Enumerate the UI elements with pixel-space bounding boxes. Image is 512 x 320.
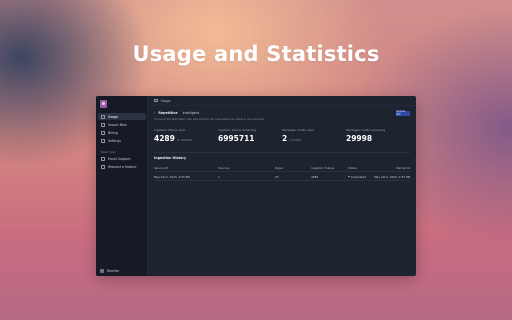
column-header: Service ID bbox=[154, 165, 169, 170]
main-content: ‹ Repetitive Intelligent Upgrade plan Yo… bbox=[148, 106, 416, 276]
tab-repetitive[interactable]: Repetitive bbox=[158, 111, 177, 115]
stat-label: Ingestion tokens used bbox=[154, 128, 185, 132]
sidebar-item-email-support[interactable]: Email Support bbox=[98, 155, 146, 162]
chart-icon bbox=[101, 114, 105, 119]
sidebar-item-label: Billing bbox=[108, 130, 118, 135]
topbar: Usage bbox=[148, 96, 416, 106]
stat-messages-used: Messages credits used 2 of 30000 bbox=[282, 128, 346, 150]
app-window: Usage Import New Billing Settings Need h… bbox=[96, 96, 416, 276]
user-name: Ramfan bbox=[107, 269, 120, 273]
stat-value: 2 bbox=[282, 134, 288, 143]
cell-sources: 1 bbox=[218, 174, 220, 179]
stat-suffix: of 1000000 bbox=[176, 139, 192, 142]
plan-note: You're on the Start Basic plan and can f… bbox=[154, 118, 264, 121]
sidebar-section-label: Need help bbox=[101, 150, 116, 154]
stat-value: 29998 bbox=[346, 134, 373, 143]
history-table: Service ID Sources Pages Ingestion Token… bbox=[154, 163, 410, 181]
sidebar-item-label: Settings bbox=[108, 138, 122, 143]
sidebar-item-label: Import New bbox=[108, 122, 127, 127]
sidebar-item-import-new[interactable]: Import New bbox=[98, 121, 146, 128]
stat-label: Ingestion tokens remaining bbox=[218, 128, 257, 132]
divider bbox=[154, 152, 410, 153]
app-logo bbox=[100, 100, 107, 108]
avatar bbox=[100, 269, 104, 273]
import-icon bbox=[101, 122, 105, 127]
column-header: Started At bbox=[395, 165, 410, 170]
column-header: Ingestion Tokens bbox=[311, 165, 335, 170]
column-header: Sources bbox=[218, 165, 230, 170]
user-menu[interactable]: Ramfan bbox=[98, 269, 119, 273]
cell-status: Completed bbox=[348, 175, 366, 179]
stat-messages-remaining: Messages credits remaining 29998 bbox=[346, 128, 410, 150]
page-headline: Usage and Statistics bbox=[132, 42, 380, 66]
stat-ingestion-used: Ingestion tokens used 4289 of 1000000 bbox=[154, 128, 218, 150]
mode-tabs: ‹ Repetitive Intelligent bbox=[154, 111, 204, 115]
stat-suffix: of 30000 bbox=[289, 139, 301, 142]
card-icon bbox=[101, 130, 105, 135]
sidebar-item-usage[interactable]: Usage bbox=[98, 113, 146, 120]
history-title: Ingestion History bbox=[154, 156, 187, 160]
column-header: Pages bbox=[275, 165, 284, 170]
breadcrumb: Usage bbox=[160, 98, 171, 103]
sidebar-item-label: Email Support bbox=[108, 156, 131, 161]
cell-tokens: 4289 bbox=[311, 174, 319, 179]
sidebar-item-label: Usage bbox=[108, 114, 118, 119]
stat-label: Messages credits remaining bbox=[346, 128, 386, 132]
lightbulb-icon bbox=[101, 164, 105, 169]
status-label: Completed bbox=[350, 174, 367, 179]
upgrade-button[interactable]: Upgrade plan bbox=[396, 110, 410, 116]
sidebar-item-settings[interactable]: Settings bbox=[98, 137, 146, 144]
sidebar-item-billing[interactable]: Billing bbox=[98, 129, 146, 136]
table-row[interactable]: May 22nd, 2023, 4:35 PM 1 23 4289 Comple… bbox=[154, 172, 410, 181]
sidebar-item-request-feature[interactable]: Request a feature bbox=[98, 163, 146, 170]
stat-value: 6995711 bbox=[218, 134, 255, 143]
status-dot-icon bbox=[348, 175, 350, 178]
mail-icon bbox=[101, 156, 105, 161]
stat-label: Messages credits used bbox=[282, 128, 314, 132]
chevron-left-icon[interactable]: ‹ bbox=[154, 111, 155, 115]
sidebar-item-label: Request a feature bbox=[108, 164, 137, 169]
tab-intelligent[interactable]: Intelligent bbox=[183, 111, 200, 115]
sidebar: Usage Import New Billing Settings Need h… bbox=[96, 96, 148, 276]
cell-started-at: May 22nd, 2023, 4:35 PM bbox=[374, 174, 410, 179]
column-header: Status bbox=[348, 165, 357, 170]
table-header: Service ID Sources Pages Ingestion Token… bbox=[154, 163, 410, 172]
cell-service-id: May 22nd, 2023, 4:35 PM bbox=[154, 174, 190, 179]
gear-icon bbox=[101, 138, 105, 143]
stat-value: 4289 bbox=[154, 134, 175, 143]
cell-pages: 23 bbox=[275, 174, 279, 179]
stat-ingestion-remaining: Ingestion tokens remaining 6995711 bbox=[218, 128, 282, 150]
stats-row: Ingestion tokens used 4289 of 1000000 In… bbox=[154, 128, 410, 150]
home-icon bbox=[154, 98, 158, 103]
